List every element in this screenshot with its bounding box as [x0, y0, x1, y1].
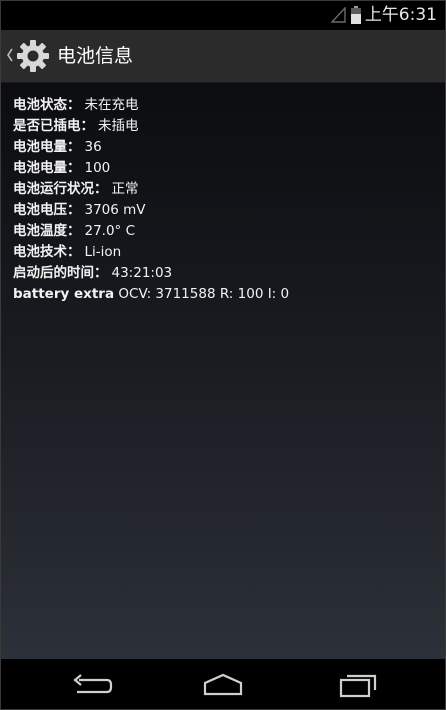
row-separator: ：	[80, 118, 95, 134]
battery-info-panel: 电池状态： 未在充电 是否已插电： 未插电 电池电量： 36 电池电量： 100 电池运…	[1, 83, 445, 659]
row-label: 电池电量	[13, 139, 67, 155]
status-bar: 上午6:31	[1, 1, 445, 30]
row-separator: ：	[67, 160, 81, 176]
row-separator: ：	[94, 181, 108, 197]
row-value: 未插电	[98, 118, 139, 134]
row-separator: ：	[94, 265, 108, 281]
extra-value: OCV: 3711588 R: 100 I: 0	[118, 286, 290, 302]
battery-scale-row: 电池电量： 100	[13, 158, 289, 179]
row-value: 27.0° C	[84, 223, 136, 239]
battery-status-row: 电池状态： 未在充电	[13, 95, 289, 116]
row-label: 电池电压	[13, 202, 67, 218]
row-value: 100	[84, 160, 111, 176]
row-value: 43:21:03	[111, 265, 173, 281]
extra-label: battery extra	[13, 286, 115, 302]
page-title: 电池信息	[57, 45, 134, 67]
battery-technology-row: 电池技术： Li-ion	[13, 242, 289, 263]
back-icon[interactable]	[67, 671, 115, 699]
recents-icon[interactable]	[335, 671, 383, 699]
row-value: 36	[84, 139, 102, 155]
signal-icon	[331, 7, 346, 23]
navigation-bar	[1, 659, 445, 709]
battery-info-list: 电池状态： 未在充电 是否已插电： 未插电 电池电量： 36 电池电量： 100 电池运…	[13, 95, 289, 305]
row-value: Li-ion	[84, 244, 122, 260]
row-separator: ：	[67, 223, 81, 239]
row-separator: ：	[67, 139, 81, 155]
back-caret-icon[interactable]	[6, 47, 14, 63]
home-icon[interactable]	[199, 671, 247, 699]
row-separator: ：	[67, 202, 81, 218]
row-label: 电池电量	[13, 160, 67, 176]
row-label: 电池状态	[13, 97, 67, 113]
row-label: 启动后的时间	[13, 265, 94, 281]
uptime-row: 启动后的时间： 43:21:03	[13, 263, 289, 284]
row-label: 电池温度	[13, 223, 67, 239]
battery-level-row: 电池电量： 36	[13, 137, 289, 158]
battery-temperature-row: 电池温度： 27.0° C	[13, 221, 289, 242]
row-value: 未在充电	[84, 97, 139, 113]
battery-extra-row: battery extra OCV: 3711588 R: 100 I: 0	[13, 284, 289, 305]
row-separator: ：	[67, 244, 81, 260]
row-label: 电池技术	[13, 244, 67, 260]
status-clock: 上午6:31	[364, 5, 437, 25]
gear-icon[interactable]	[16, 39, 50, 73]
row-value: 正常	[111, 181, 139, 197]
row-label: 是否已插电	[13, 118, 81, 134]
action-bar: 电池信息	[1, 30, 445, 83]
battery-health-row: 电池运行状况： 正常	[13, 179, 289, 200]
battery-icon	[351, 6, 361, 24]
row-label: 电池运行状况	[13, 181, 94, 197]
plugged-status-row: 是否已插电： 未插电	[13, 116, 289, 137]
battery-voltage-row: 电池电压： 3706 mV	[13, 200, 289, 221]
row-value: 3706 mV	[84, 202, 146, 218]
row-separator: ：	[67, 97, 81, 113]
screen: 上午6:31 电池信息 电池状态： 未在充电 是否已插电： 未插电 电池电量： …	[0, 0, 446, 710]
